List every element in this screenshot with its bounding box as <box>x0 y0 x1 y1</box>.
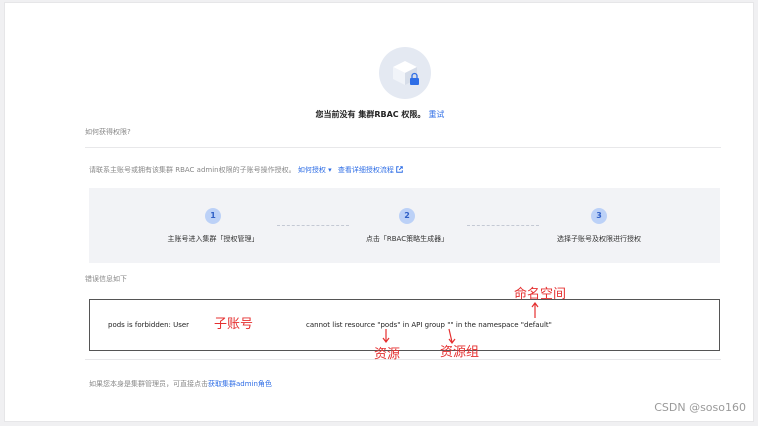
annotation-arrows <box>382 302 539 344</box>
watermark: CSDN @soso160 <box>654 401 746 414</box>
arrow-to-namespace <box>531 302 539 318</box>
arrow-to-resource-group <box>448 328 456 344</box>
arrow-to-resource <box>382 329 390 343</box>
